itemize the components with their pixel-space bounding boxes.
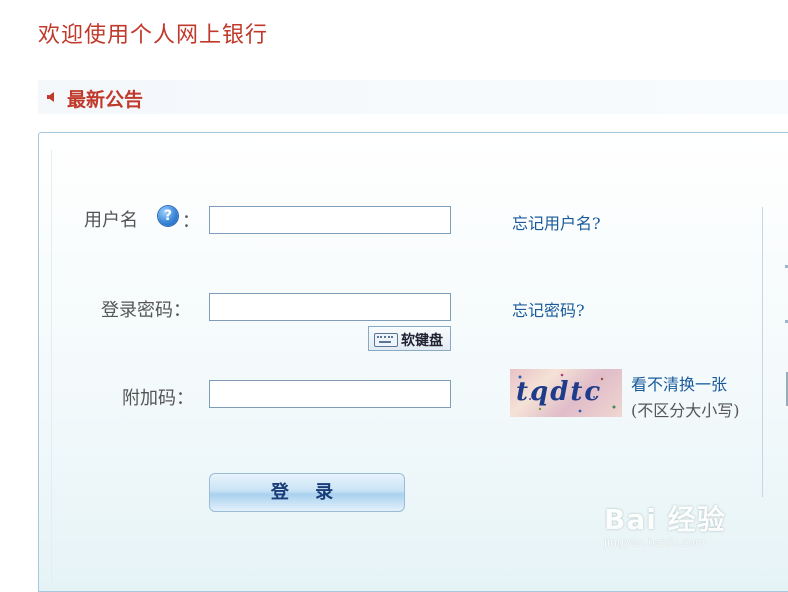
forgot-password-link[interactable]: 忘记密码? [512,297,585,321]
username-label: 用户名 [84,210,138,231]
panel-divider [762,207,763,497]
case-insensitive-note: (不区分大小写) [631,401,740,420]
login-button[interactable]: 登 录 [209,473,405,512]
refresh-captcha-link[interactable]: 看不清换一张 [631,371,727,395]
soft-keyboard-button[interactable]: 软键盘 [368,326,451,351]
question-icon[interactable]: ? [158,206,178,226]
keyboard-icon [374,333,398,347]
username-colon: ： [182,211,200,232]
watermark-logo: Bai 经验 [604,503,726,536]
password-label: 登录密码： [101,300,191,321]
speaker-arrow-icon [47,92,54,102]
captcha-image[interactable]: tqdtc [510,369,622,417]
captcha-input[interactable] [209,380,451,408]
soft-keyboard-label: 软键盘 [401,333,443,349]
panel-inner-border [51,150,52,586]
forgot-username-link[interactable]: 忘记用户名? [512,210,601,234]
password-input[interactable] [209,293,451,321]
notice-bar[interactable]: 最新公告 [38,80,788,114]
captcha-label: 附加码： [122,388,194,409]
baidu-watermark: Bai 经验 jingyan.baidu.com [604,498,726,549]
captcha-text: tqdtc [516,377,603,407]
notice-title: 最新公告 [67,89,144,111]
page-title: 欢迎使用个人网上银行 [38,23,269,48]
username-input[interactable] [209,206,451,234]
